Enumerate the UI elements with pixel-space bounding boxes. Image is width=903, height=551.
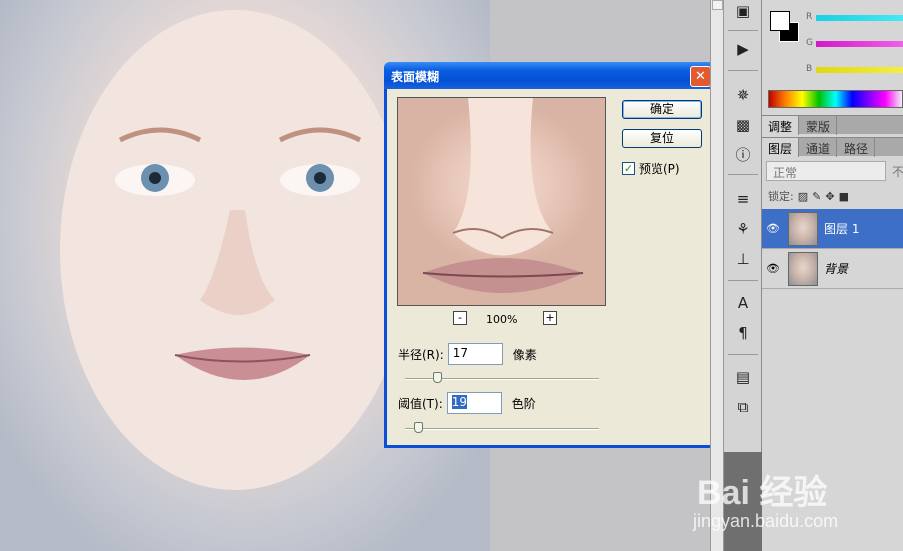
layer-thumbnail	[788, 211, 818, 246]
preview-label: 预览(P)	[639, 162, 680, 176]
navigator-icon[interactable]: ✵	[732, 84, 754, 106]
threshold-unit: 色阶	[511, 396, 536, 411]
surface-blur-dialog: 表面模糊 ✕ - 100% + 确定 复位 ✓ 预览(P) 半径(R): 17 …	[384, 62, 715, 448]
radius-unit: 像素	[512, 347, 537, 362]
tab-channels[interactable]: 通道	[800, 138, 838, 157]
lock-row: 锁定: ▨ ✎ ✥ ■	[768, 188, 849, 204]
histogram-icon[interactable]: ▩	[732, 114, 754, 136]
zoom-level: 100%	[486, 313, 518, 326]
notes-icon[interactable]: ▤	[732, 366, 754, 388]
preview-checkbox-row[interactable]: ✓ 预览(P)	[622, 160, 680, 177]
tab-paths[interactable]: 路径	[838, 138, 876, 157]
dock-empty-area	[724, 452, 762, 551]
blend-mode-select[interactable]: 正常	[766, 161, 886, 181]
g-label: G	[806, 38, 813, 48]
r-label: R	[806, 12, 813, 22]
r-slider[interactable]	[816, 15, 903, 21]
layer-thumbnail	[788, 251, 818, 286]
layer-comps-icon[interactable]: ⧉	[732, 396, 754, 418]
layer-row-background[interactable]: 👁 背景	[762, 249, 903, 289]
dock-separator	[728, 30, 758, 31]
color-spectrum-ramp[interactable]	[768, 90, 903, 108]
radius-input[interactable]: 17	[447, 343, 503, 365]
radius-label: 半径(R):	[398, 347, 444, 362]
tab-masks[interactable]: 蒙版	[800, 116, 838, 135]
paragraph-icon[interactable]: ¶	[732, 322, 754, 344]
clone-source-icon[interactable]: ⚘	[732, 218, 754, 240]
canvas-scrollbar[interactable]	[710, 0, 724, 551]
preview-face	[422, 98, 584, 293]
brushes-icon[interactable]: ≡	[732, 188, 754, 210]
preview-checkbox[interactable]: ✓	[622, 162, 635, 175]
dock-separator	[728, 174, 758, 175]
adjustments-tab-row: 调整 蒙版	[762, 115, 903, 135]
layer-name: 背景	[824, 262, 849, 276]
lock-position-icon[interactable]: ✥	[825, 190, 834, 203]
history-icon[interactable]: ▣	[732, 0, 754, 22]
panel-dock-icons: ▣ ▶ ✵ ▩ ⓘ ≡ ⚘ ⊥ A ¶ ▤ ⧉	[724, 0, 762, 551]
layers-tab-row: 图层 通道 路径	[762, 137, 903, 157]
info-icon[interactable]: ⓘ	[732, 143, 754, 165]
zoom-in-button[interactable]: +	[543, 311, 557, 325]
radius-slider-thumb[interactable]	[433, 372, 442, 383]
lock-label: 锁定:	[768, 190, 794, 203]
threshold-value: 19	[451, 395, 468, 409]
zoom-out-button[interactable]: -	[453, 311, 467, 325]
layer-row-layer1[interactable]: 👁 图层 1	[762, 209, 903, 249]
actions-icon[interactable]: ▶	[732, 38, 754, 60]
visibility-eye-icon[interactable]: 👁	[762, 222, 784, 235]
threshold-label: 阈值(T):	[398, 396, 443, 411]
dock-separator	[728, 280, 758, 281]
character-icon[interactable]: A	[732, 292, 754, 314]
dialog-title: 表面模糊	[391, 70, 440, 84]
dialog-titlebar[interactable]: 表面模糊 ✕	[384, 62, 715, 89]
right-panels: R G B 调整 蒙版 图层 通道 路径 正常 不 锁定: ▨ ✎ ✥ ■ 👁 …	[762, 0, 903, 551]
opacity-label: 不	[892, 165, 903, 179]
threshold-row: 阈值(T): 19 色阶	[398, 392, 536, 414]
radius-row: 半径(R): 17 像素	[398, 343, 537, 365]
lock-pixels-icon[interactable]: ✎	[812, 190, 821, 203]
visibility-eye-icon[interactable]: 👁	[762, 262, 784, 275]
g-slider[interactable]	[816, 41, 903, 47]
layer-name: 图层 1	[824, 222, 860, 236]
b-label: B	[806, 64, 813, 74]
tab-adjustments[interactable]: 调整	[762, 116, 800, 135]
foreground-color-swatch[interactable]	[770, 11, 790, 31]
threshold-input[interactable]: 19	[446, 392, 502, 414]
dock-separator	[728, 354, 758, 355]
lock-transparency-icon[interactable]: ▨	[798, 190, 808, 203]
dock-separator	[728, 70, 758, 71]
reset-button[interactable]: 复位	[622, 129, 702, 148]
tool-presets-icon[interactable]: ⊥	[732, 248, 754, 270]
scroll-up-button[interactable]	[712, 0, 723, 10]
close-button[interactable]: ✕	[690, 66, 711, 87]
ok-button[interactable]: 确定	[622, 100, 702, 119]
threshold-slider-thumb[interactable]	[414, 422, 423, 433]
b-slider[interactable]	[816, 67, 903, 73]
threshold-slider-track[interactable]	[405, 428, 599, 430]
preview-image[interactable]	[397, 97, 606, 306]
tab-layers[interactable]: 图层	[762, 138, 800, 157]
lock-all-icon[interactable]: ■	[839, 190, 849, 203]
